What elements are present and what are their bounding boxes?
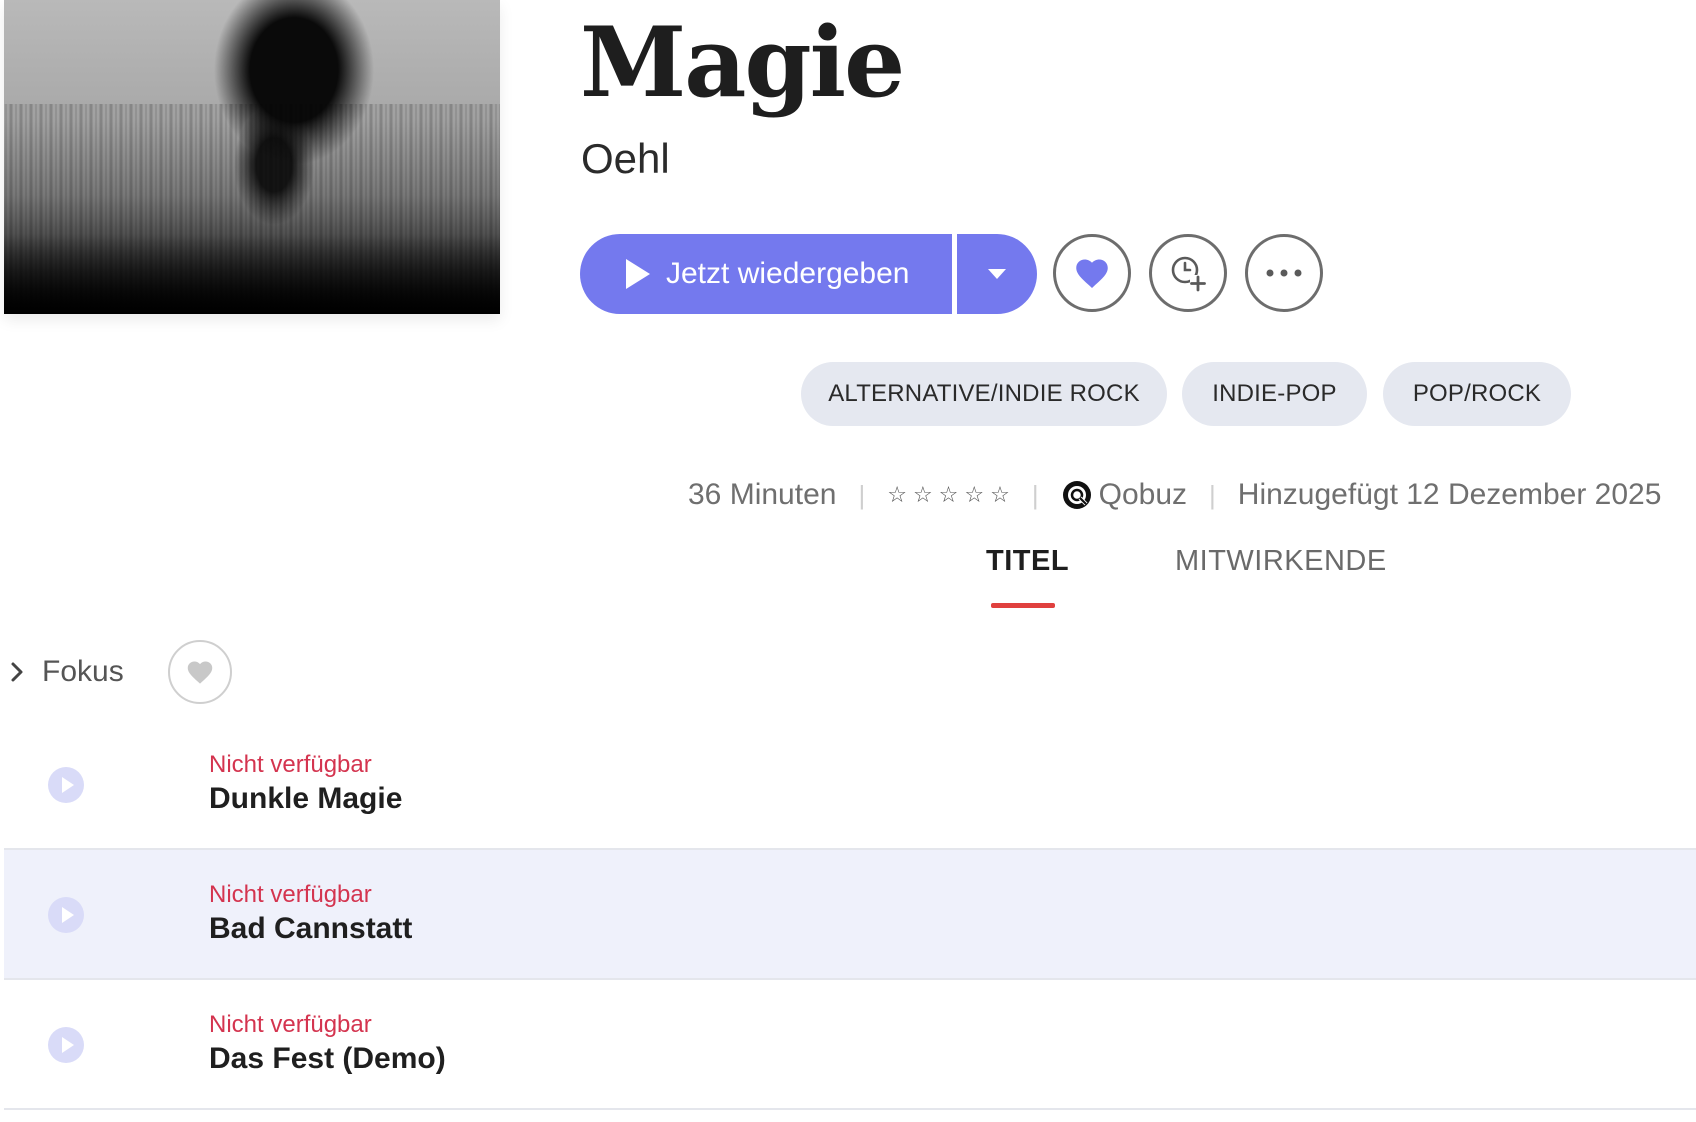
track-title[interactable]: Bad Cannstatt <box>209 912 412 946</box>
play-options-dropdown-button[interactable] <box>957 234 1037 314</box>
play-icon <box>61 907 74 923</box>
album-cover-image <box>4 0 500 314</box>
more-options-button[interactable] <box>1245 234 1323 312</box>
focus-label: Fokus <box>42 655 124 688</box>
meta-divider: | <box>858 479 866 510</box>
source-name: Qobuz <box>1098 478 1188 511</box>
artist-name[interactable]: Oehl <box>581 135 670 183</box>
heart-icon <box>1076 259 1108 288</box>
play-icon <box>626 259 650 289</box>
focus-toggle[interactable]: Fokus <box>8 652 124 692</box>
heart-icon <box>187 661 213 684</box>
meta-divider: | <box>1209 479 1216 510</box>
track-title[interactable]: Das Fest (Demo) <box>209 1042 446 1076</box>
track-status: Nicht verfügbar <box>209 751 372 778</box>
track-title[interactable]: Dunkle Magie <box>209 782 402 816</box>
clock-plus-icon <box>1171 256 1206 292</box>
track-play-button[interactable] <box>48 897 84 933</box>
star-icon[interactable]: ☆ <box>990 482 1010 508</box>
meta-divider: | <box>1031 479 1039 510</box>
genre-chip-alternative-indie-rock[interactable]: ALTERNATIVE/INDIE ROCK <box>801 362 1167 426</box>
track-status: Nicht verfügbar <box>209 1011 372 1038</box>
source-service: Qobuz <box>1061 478 1187 512</box>
focus-favorite-button[interactable] <box>168 640 232 704</box>
cover-shadow <box>4 234 500 314</box>
qobuz-logo-icon <box>1062 481 1091 509</box>
chevron-down-icon <box>988 269 1006 279</box>
track-status: Nicht verfügbar <box>209 881 372 908</box>
genre-chip-pop-rock[interactable]: POP/ROCK <box>1383 362 1571 426</box>
play-icon <box>61 1037 74 1053</box>
star-icon[interactable]: ☆ <box>913 482 933 508</box>
add-to-queue-button[interactable] <box>1149 234 1227 312</box>
track-play-button[interactable] <box>48 767 84 803</box>
star-icon[interactable]: ☆ <box>964 482 984 508</box>
track-row[interactable]: Nicht verfügbar Bad Cannstatt <box>4 850 1696 980</box>
album-meta-row: 36 Minuten | ☆ ☆ ☆ ☆ ☆ | Qobuz | Hinzuge… <box>688 470 1661 520</box>
genre-chip-indie-pop[interactable]: INDIE-POP <box>1182 362 1367 426</box>
album-page: Magie Oehl Jetzt wiedergeben ALTERNATIVE… <box>0 0 1696 1122</box>
track-row[interactable]: Nicht verfügbar Das Fest (Demo) <box>4 980 1696 1110</box>
tab-mitwirkende[interactable]: MITWIRKENDE <box>1175 545 1387 578</box>
play-now-button[interactable]: Jetzt wiedergeben <box>580 234 952 314</box>
album-title: Magie <box>580 6 905 119</box>
play-icon <box>61 777 74 793</box>
active-tab-indicator <box>991 603 1055 608</box>
date-added: Hinzugefügt 12 Dezember 2025 <box>1237 478 1662 511</box>
rating-stars[interactable]: ☆ ☆ ☆ ☆ ☆ <box>887 482 1010 508</box>
chevron-right-icon <box>11 662 23 682</box>
star-icon[interactable]: ☆ <box>887 482 907 508</box>
favorite-button[interactable] <box>1053 234 1131 312</box>
album-duration: 36 Minuten <box>688 478 837 511</box>
ellipsis-icon <box>1266 269 1302 277</box>
track-play-button[interactable] <box>48 1027 84 1063</box>
track-row[interactable]: Nicht verfügbar Dunkle Magie <box>4 720 1696 850</box>
tab-titel[interactable]: TITEL <box>986 545 1069 578</box>
play-now-label: Jetzt wiedergeben <box>666 257 910 290</box>
star-icon[interactable]: ☆ <box>939 482 959 508</box>
